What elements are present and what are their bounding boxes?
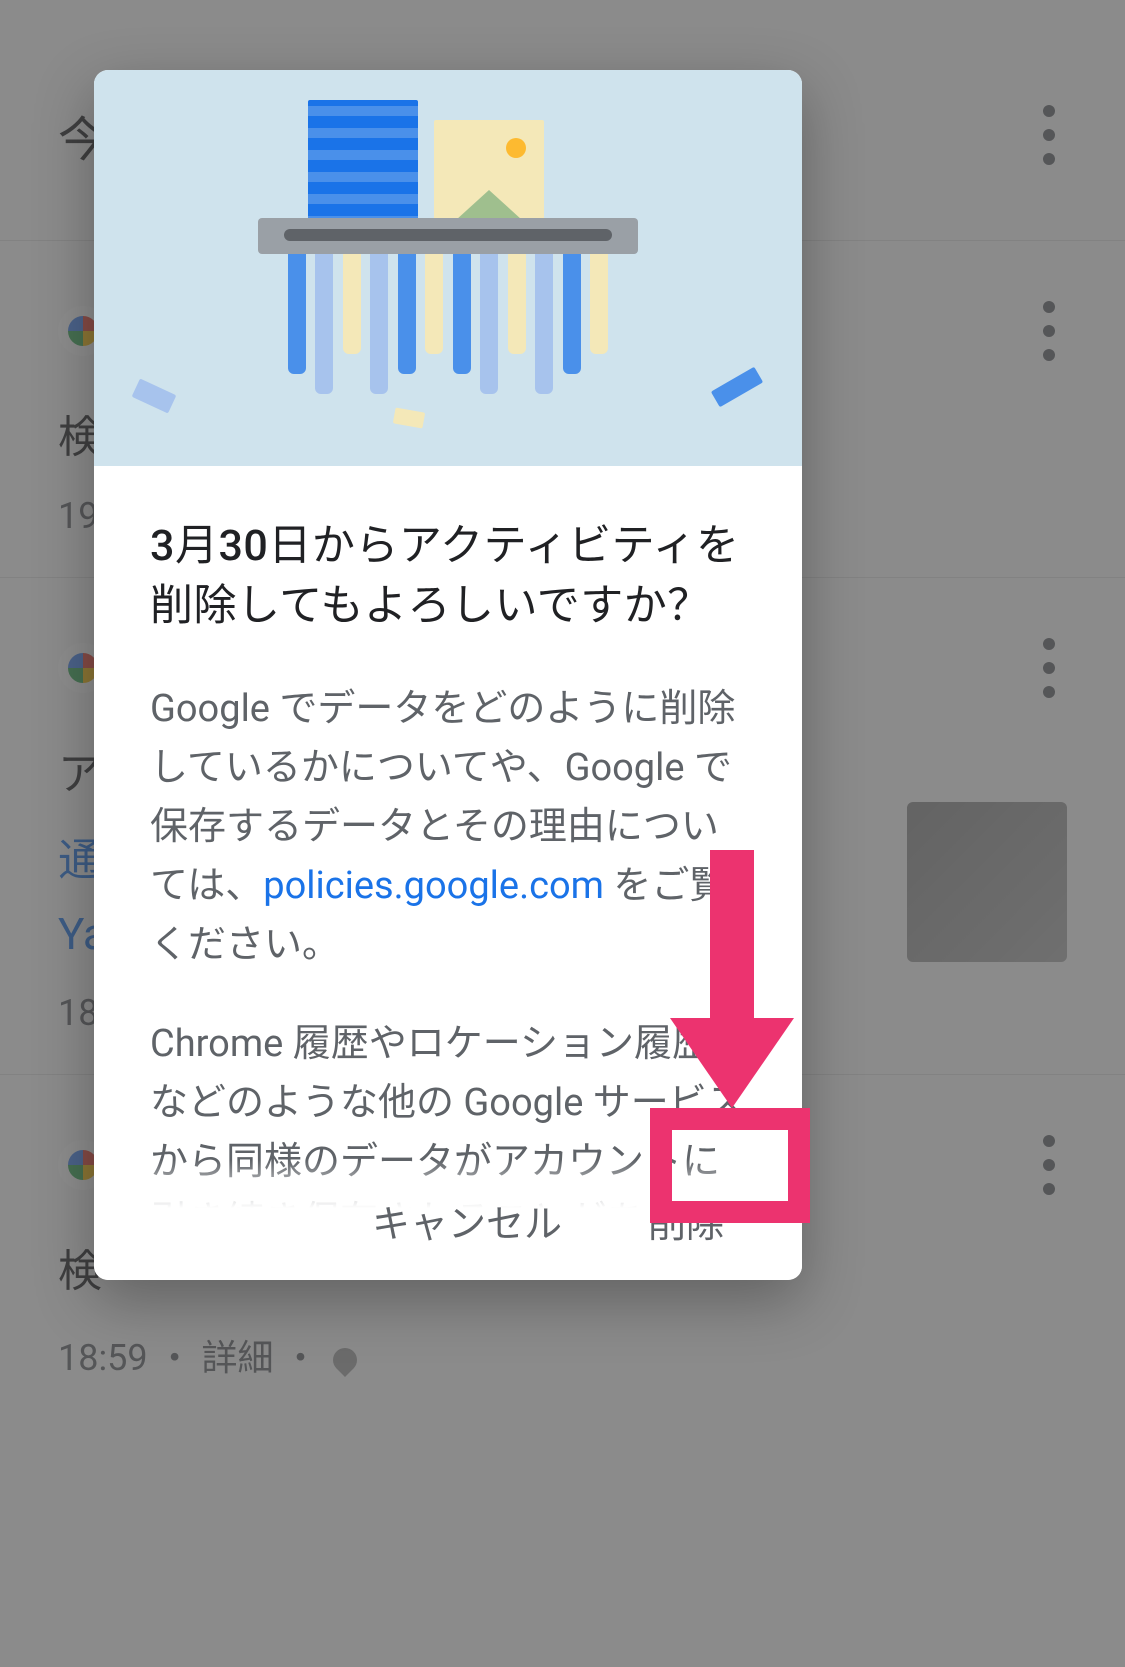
policies-link[interactable]: policies.google.com [263,864,604,908]
paper-shreds-icon [288,254,608,394]
dialog-paragraph: Google でデータをどのように削除しているかについてや、Google で保存… [150,680,746,974]
dialog-body: 3月30日からアクティビティを削除してもよろしいですか？ Google でデータ… [94,466,802,1280]
dialog-title: 3月30日からアクティビティを削除してもよろしいですか？ [150,516,746,636]
cancel-button[interactable]: キャンセル [354,1171,580,1270]
delete-button[interactable]: 削除 [630,1171,742,1270]
shredder-icon [258,218,638,254]
delete-confirmation-dialog: 3月30日からアクティビティを削除してもよろしいですか？ Google でデータ… [94,70,802,1280]
dialog-actions: キャンセル 削除 [94,1160,802,1280]
shredder-illustration [94,70,802,466]
